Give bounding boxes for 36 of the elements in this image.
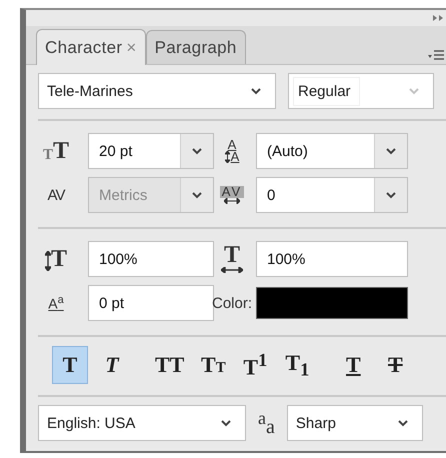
smallcaps-style-button[interactable]: TT xyxy=(195,346,232,384)
color-swatch[interactable] xyxy=(256,287,408,319)
underline-style-button[interactable]: T xyxy=(335,346,372,384)
color-label: Color: xyxy=(212,294,253,312)
super-style-button[interactable]: T$^{1}$ xyxy=(237,346,274,384)
caret-icon xyxy=(251,88,261,94)
allcaps-style-button[interactable]: TT xyxy=(150,346,190,384)
panel-tab[interactable]: Character × xyxy=(36,29,146,65)
value-dropdown[interactable]: 0 xyxy=(256,177,408,213)
caret-icon xyxy=(192,192,202,198)
caret-icon xyxy=(409,88,419,94)
value-dropdown[interactable]: 20 pt xyxy=(88,133,214,169)
tab-label[interactable]: Paragraph xyxy=(154,38,237,58)
panel-menu-icon[interactable] xyxy=(428,50,444,60)
value-field[interactable]: 100% xyxy=(88,241,214,277)
language-dropdown[interactable]: English: USA xyxy=(38,405,246,441)
expand-icon[interactable] xyxy=(432,14,444,22)
strike-style-button[interactable]: T xyxy=(377,346,414,384)
caret-icon xyxy=(386,148,396,154)
value-dropdown[interactable]: (Auto) xyxy=(256,133,408,169)
sub-style-button[interactable]: T$_{1}$ xyxy=(279,346,316,384)
italic-style-button[interactable]: T xyxy=(94,346,130,384)
caret-icon xyxy=(386,192,396,198)
value-field[interactable]: 0 pt xyxy=(88,285,214,321)
kerning-icon: AV xyxy=(38,188,74,202)
panel-tab[interactable]: Paragraph xyxy=(146,30,246,64)
anti-alias-dropdown[interactable]: Sharp xyxy=(286,405,423,441)
caret-icon xyxy=(221,420,231,426)
caret-icon xyxy=(398,420,408,426)
baseline-icon: A$^{a}$ xyxy=(38,295,74,311)
caret-icon xyxy=(192,148,202,154)
tab-label[interactable]: Character xyxy=(45,38,122,58)
bold-style-button[interactable]: T xyxy=(52,346,88,384)
value-field[interactable]: 100% xyxy=(256,241,408,277)
font-family-dropdown[interactable]: Tele-Marines xyxy=(38,73,276,109)
size-icon: TT xyxy=(38,139,74,163)
